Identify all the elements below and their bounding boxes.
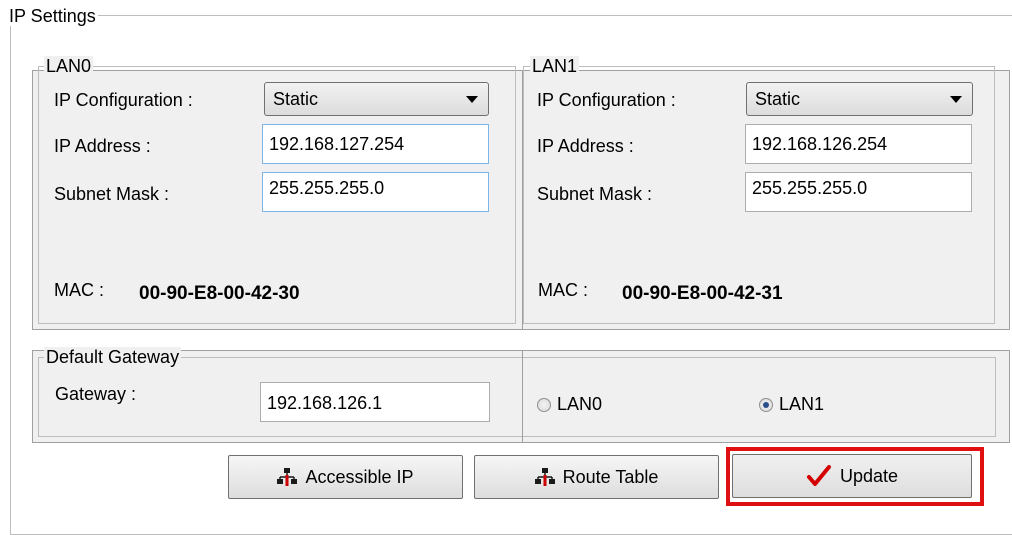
lan1-mac-value: 00-90-E8-00-42-31 bbox=[622, 283, 783, 304]
lan0-ip-config-select[interactable]: Static bbox=[264, 82, 489, 116]
lan1-mac-label: MAC : bbox=[538, 280, 589, 300]
lan1-subnet-input[interactable]: 255.255.255.0 bbox=[745, 172, 972, 212]
chevron-down-icon bbox=[950, 96, 962, 103]
gateway-divider bbox=[522, 350, 523, 443]
lan0-mac-value: 00-90-E8-00-42-30 bbox=[139, 283, 300, 304]
lan1-subnet-label: Subnet Mask : bbox=[537, 184, 653, 204]
route-table-label: Route Table bbox=[562, 466, 659, 487]
lan0-ip-config-label: IP Configuration : bbox=[54, 90, 193, 110]
lan1-ip-address-input[interactable]: 192.168.126.254 bbox=[745, 124, 972, 164]
lan1-ip-config-label: IP Configuration : bbox=[537, 90, 676, 110]
lan1-title: LAN1 bbox=[530, 56, 580, 76]
radio-lan0[interactable] bbox=[537, 398, 551, 412]
lan1-ip-address-label: IP Address : bbox=[537, 136, 634, 156]
radio-lan0-label[interactable]: LAN0 bbox=[557, 393, 602, 415]
lan0-subnet-label: Subnet Mask : bbox=[54, 184, 170, 204]
ip-settings-title: IP Settings bbox=[7, 6, 98, 26]
gateway-label: Gateway : bbox=[55, 384, 137, 404]
lan1-ip-config-select[interactable]: Static bbox=[746, 82, 973, 116]
gateway-group bbox=[38, 357, 996, 437]
radio-lan1-label[interactable]: LAN1 bbox=[779, 393, 824, 415]
radio-lan1[interactable] bbox=[759, 398, 773, 412]
lan0-subnet-input[interactable]: 255.255.255.0 bbox=[262, 172, 489, 212]
gateway-title: Default Gateway bbox=[44, 347, 182, 367]
route-table-button[interactable]: Route Table bbox=[474, 455, 719, 499]
lan1-ip-config-value: Static bbox=[755, 89, 801, 109]
accessible-ip-label: Accessible IP bbox=[305, 466, 414, 487]
accessible-ip-button[interactable]: Accessible IP bbox=[228, 455, 463, 499]
network-icon bbox=[534, 468, 555, 486]
lan0-title: LAN0 bbox=[44, 56, 94, 76]
lan0-mac-label: MAC : bbox=[54, 280, 105, 300]
network-icon bbox=[277, 468, 298, 486]
lan0-ip-address-label: IP Address : bbox=[54, 136, 151, 156]
update-highlight bbox=[726, 447, 984, 506]
gateway-input[interactable]: 192.168.126.1 bbox=[260, 382, 490, 422]
lan0-ip-address-input[interactable]: 192.168.127.254 bbox=[262, 124, 489, 164]
chevron-down-icon bbox=[466, 96, 478, 103]
lan0-ip-config-value: Static bbox=[273, 89, 319, 109]
